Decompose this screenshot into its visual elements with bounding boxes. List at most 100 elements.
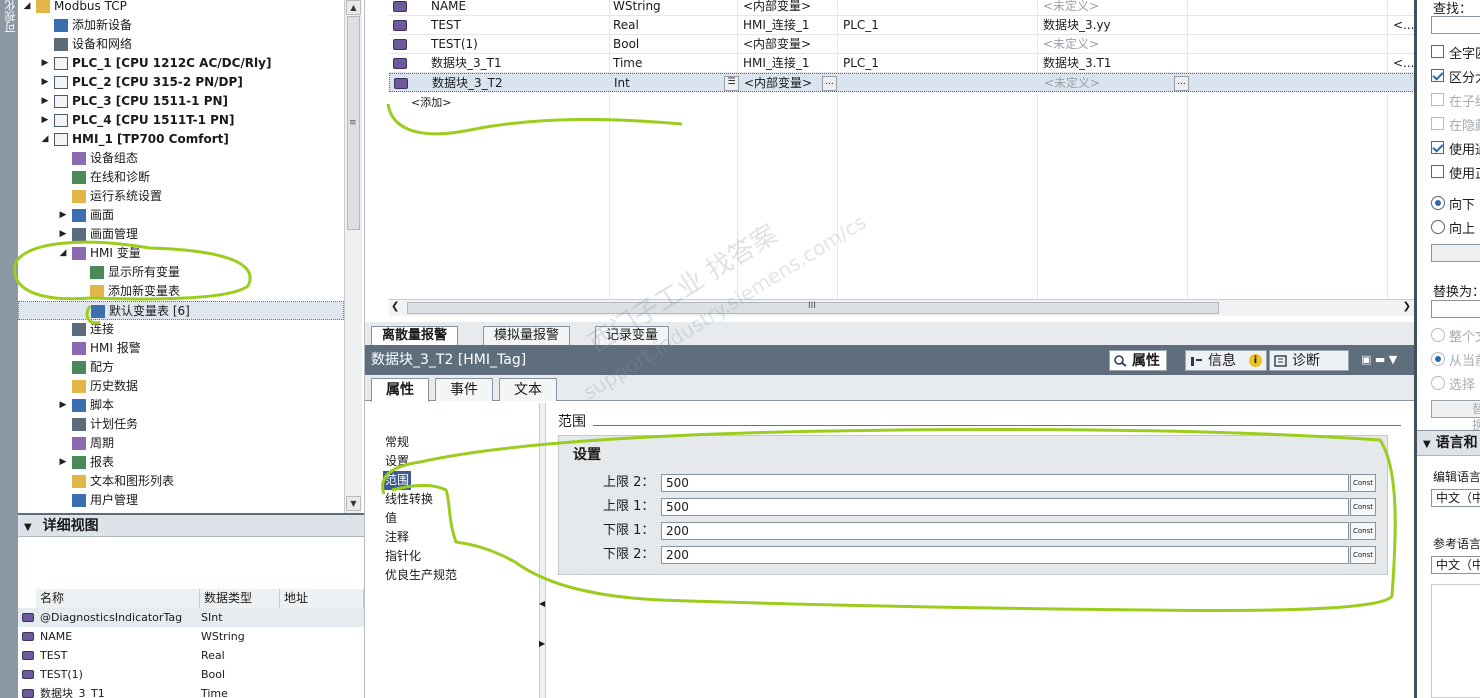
option-checkbox[interactable] — [1431, 45, 1444, 58]
tree-item[interactable]: 文本和图形列表 — [18, 472, 344, 491]
direction-radio[interactable] — [1431, 220, 1445, 234]
details-view-header[interactable]: ▼ 详细视图 — [18, 513, 364, 537]
plc-tag-picker-icon[interactable]: ... — [1174, 76, 1189, 91]
visualization-strip[interactable]: 可视化 — [0, 0, 18, 698]
replace-scope-radio[interactable] — [1431, 376, 1445, 390]
tab-logging-tags[interactable]: 记录变量 — [595, 326, 670, 345]
collapse-left-icon[interactable]: ◀ — [539, 599, 545, 608]
find-input[interactable] — [1431, 16, 1480, 34]
nav-item[interactable]: 优良生产规范 — [385, 566, 457, 585]
tree-item[interactable]: 显示所有变量 — [18, 263, 344, 282]
option-checkbox[interactable] — [1431, 69, 1444, 82]
nav-item[interactable]: 注释 — [385, 528, 409, 547]
tag-row[interactable]: TEST Real HMI_连接_1 PLC_1 数据块_3.yy <... — [389, 16, 1415, 35]
window-controls-icon[interactable]: ▣ ▬ ▼ — [1361, 345, 1397, 375]
collapsed-icon[interactable]: ▶ — [58, 396, 68, 415]
edit-language-select[interactable]: 中文（中 — [1431, 489, 1480, 507]
tree-item[interactable]: 配方 — [18, 358, 344, 377]
tree-item[interactable]: ▶ 报表 — [18, 453, 344, 472]
tree-item[interactable]: ◢ HMI 变量 — [18, 244, 344, 263]
tree-item[interactable]: 周期 — [18, 434, 344, 453]
scroll-left-icon[interactable]: ❮ — [391, 301, 399, 312]
tree-item[interactable]: HMI 报警 — [18, 339, 344, 358]
collapsed-icon[interactable]: ▶ — [58, 225, 68, 244]
collapsed-icon[interactable]: ▶ — [58, 206, 68, 225]
option-checkbox[interactable] — [1431, 117, 1444, 130]
nav-item[interactable]: 范围 — [383, 471, 412, 490]
limit-mode-dropdown[interactable]: Const — [1350, 522, 1376, 540]
option-checkbox[interactable] — [1431, 165, 1444, 178]
replace-scope-radio[interactable] — [1431, 328, 1445, 342]
tree-item[interactable]: ▶ 脚本 — [18, 396, 344, 415]
collapsed-icon[interactable]: ▶ — [58, 453, 68, 472]
expand-right-icon[interactable]: ▶ — [539, 639, 545, 648]
nav-item[interactable]: 指针化 — [385, 547, 421, 566]
scroll-down-icon[interactable]: ▼ — [346, 496, 361, 511]
tab-diagnostics[interactable]: 诊断 — [1269, 350, 1349, 371]
replace-input[interactable] — [1431, 300, 1480, 318]
details-row[interactable]: 数据块_3_T1 Time — [18, 684, 364, 698]
tree-item[interactable]: ▶ PLC_4 [CPU 1511T-1 PN] — [18, 111, 344, 130]
tree-item[interactable]: 在线和诊断 — [18, 168, 344, 187]
details-row[interactable]: TEST(1) Bool — [18, 665, 364, 684]
tag-row[interactable]: 数据块_3_T1 Time HMI_连接_1 PLC_1 数据块_3.T1 <... — [389, 54, 1415, 73]
limit-value-input[interactable]: 500 — [661, 498, 1349, 516]
nav-item[interactable]: 设置 — [385, 452, 409, 471]
limit-mode-dropdown[interactable]: Const — [1350, 474, 1376, 492]
tree-item[interactable]: 设备和网络 — [18, 35, 344, 54]
details-row[interactable]: NAME WString — [18, 627, 364, 646]
add-tag-row[interactable]: <添加> — [411, 94, 451, 110]
tree-item[interactable]: ◢ HMI_1 [TP700 Comfort] — [18, 130, 344, 149]
column-header-name[interactable]: 名称 — [36, 589, 200, 608]
expanded-icon[interactable]: ◢ — [40, 130, 50, 149]
tree-item[interactable]: ▶ PLC_1 [CPU 1212C AC/DC/Rly] — [18, 54, 344, 73]
nav-splitter[interactable]: ◀ ▶ — [539, 403, 546, 698]
tab-properties-top[interactable]: 属性 — [1109, 350, 1167, 371]
collapsed-icon[interactable]: ▶ — [40, 73, 50, 92]
option-checkbox[interactable] — [1431, 141, 1444, 154]
direction-radio[interactable] — [1431, 196, 1445, 210]
tree-item[interactable]: 添加新变量表 — [18, 282, 344, 301]
collapsed-icon[interactable]: ▶ — [40, 111, 50, 130]
tree-item[interactable]: ▶ 画面 — [18, 206, 344, 225]
expanded-icon[interactable]: ◢ — [58, 244, 68, 263]
tree-item[interactable]: 连接 — [18, 320, 344, 339]
scroll-right-icon[interactable]: ❯ — [1403, 301, 1411, 312]
limit-mode-dropdown[interactable]: Const — [1350, 546, 1376, 564]
tree-item[interactable]: 设备组态 — [18, 149, 344, 168]
limit-value-input[interactable]: 200 — [661, 546, 1349, 564]
tag-row[interactable]: 数据块_3_T2 Int <内部变量> <未定义> ☰...... — [389, 73, 1415, 92]
tag-row[interactable]: NAME WString <内部变量> <未定义> — [389, 0, 1415, 16]
find-button[interactable] — [1431, 244, 1480, 262]
nav-item[interactable]: 常规 — [385, 433, 409, 452]
limit-value-input[interactable]: 200 — [661, 522, 1349, 540]
collapsed-icon[interactable]: ▶ — [40, 92, 50, 111]
tree-item[interactable]: 添加新设备 — [18, 16, 344, 35]
scroll-up-icon[interactable]: ▲ — [346, 0, 361, 15]
collapsed-icon[interactable]: ▶ — [40, 54, 50, 73]
collapse-icon[interactable]: ▼ — [24, 522, 32, 533]
language-section-header[interactable]: ▼ 语言和 — [1417, 430, 1480, 456]
expanded-icon[interactable]: ◢ — [22, 0, 32, 16]
hscroll-thumb[interactable]: III — [407, 301, 1219, 314]
tree-item[interactable]: ▶ 画面管理 — [18, 225, 344, 244]
tree-item[interactable]: 默认变量表 [6] — [18, 301, 344, 320]
limit-value-input[interactable]: 500 — [661, 474, 1349, 492]
tree-item[interactable]: 计划任务 — [18, 415, 344, 434]
tree-item[interactable]: ▶ PLC_2 [CPU 315-2 PN/DP] — [18, 73, 344, 92]
connection-picker-icon[interactable]: ... — [822, 76, 837, 91]
subtab-texts[interactable]: 文本 — [499, 378, 557, 401]
details-row[interactable]: TEST Real — [18, 646, 364, 665]
column-header-type[interactable]: 数据类型 — [200, 589, 280, 608]
limit-mode-dropdown[interactable]: Const — [1350, 498, 1376, 516]
type-list-icon[interactable]: ☰ — [724, 76, 739, 91]
tree-item[interactable]: 运行系统设置 — [18, 187, 344, 206]
subtab-events[interactable]: 事件 — [435, 378, 493, 401]
tab-analog-alarms[interactable]: 模拟量报警 — [483, 326, 571, 345]
reference-language-select[interactable]: 中文（中 — [1431, 556, 1480, 574]
details-row[interactable]: @DiagnosticsIndicatorTag SInt — [18, 608, 364, 627]
replace-scope-radio[interactable] — [1431, 352, 1445, 366]
tag-row[interactable]: TEST(1) Bool <内部变量> <未定义> — [389, 35, 1415, 54]
nav-item[interactable]: 线性转换 — [385, 490, 433, 509]
column-header-address[interactable]: 地址 — [280, 589, 364, 608]
